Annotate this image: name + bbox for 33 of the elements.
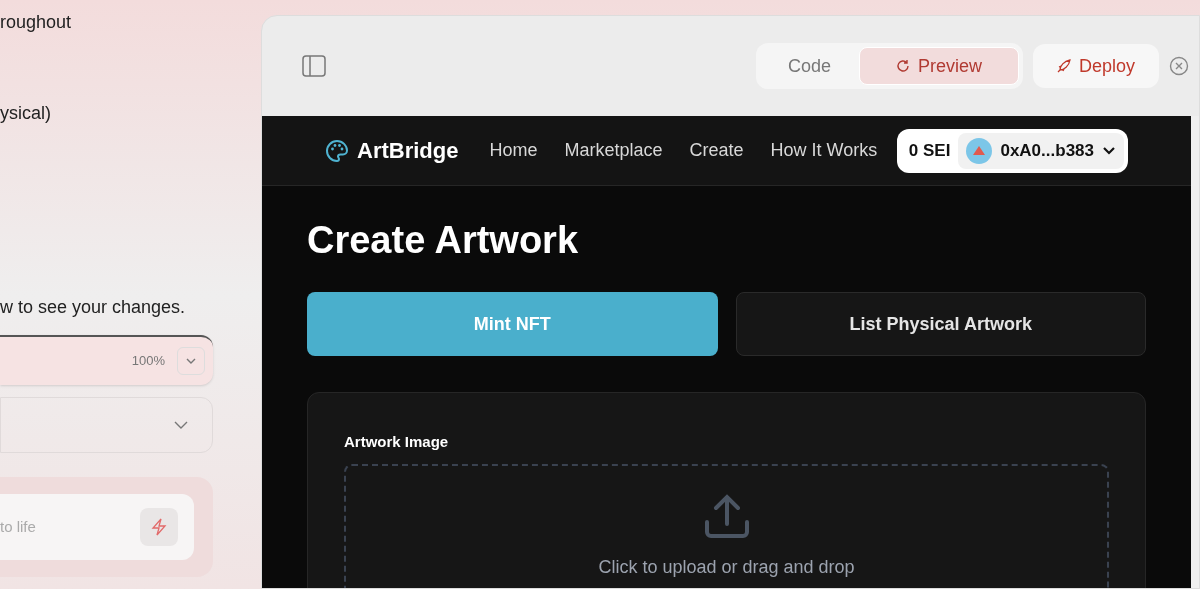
zoom-select[interactable]: 100% — [0, 335, 213, 385]
upload-dropzone[interactable]: Click to upload or drag and drop — [344, 463, 1109, 588]
bolt-icon[interactable] — [140, 508, 178, 546]
nav-link[interactable]: How It Works — [770, 137, 878, 164]
sidebar-toggle-icon[interactable] — [302, 55, 326, 77]
refresh-icon — [895, 59, 910, 73]
deploy-button[interactable]: Deploy — [1032, 44, 1159, 88]
mode-tab[interactable]: List Physical Artwork — [735, 292, 1146, 356]
prompt-field[interactable]: to life — [0, 494, 194, 560]
dropzone-text: Click to upload or drag and drop — [598, 555, 855, 579]
chat-text: w to see your changes. — [0, 296, 187, 319]
scrollbar[interactable] — [1191, 116, 1199, 588]
upload-icon — [702, 493, 751, 540]
page-heading: Create Artwork — [307, 218, 579, 263]
nav-link[interactable]: Home — [489, 137, 538, 164]
close-icon[interactable] — [1169, 56, 1189, 76]
chevron-icon — [174, 421, 188, 429]
nav-link[interactable]: Create — [689, 137, 744, 164]
chat-text: roughout — [0, 11, 73, 34]
balance-text: 0 SEI — [908, 139, 951, 162]
view-tab[interactable]: Code — [759, 47, 859, 85]
chat-text: ysical) — [0, 102, 52, 125]
view-tab[interactable]: Preview — [858, 47, 1019, 85]
palette-icon — [325, 138, 349, 163]
field-label: Artwork Image — [344, 432, 450, 452]
prompt-input[interactable]: to life — [0, 515, 100, 539]
avatar-icon — [966, 137, 993, 164]
nav-link[interactable]: Marketplace — [564, 137, 663, 164]
brand-name[interactable]: ArtBridge — [357, 134, 459, 167]
wallet-address: 0xA0...b383 — [1000, 139, 1094, 162]
chevron-icon[interactable] — [177, 347, 205, 375]
chevron-icon — [1102, 146, 1116, 155]
wallet-pill[interactable]: 0 SEI 0xA0...b383 — [896, 128, 1128, 173]
